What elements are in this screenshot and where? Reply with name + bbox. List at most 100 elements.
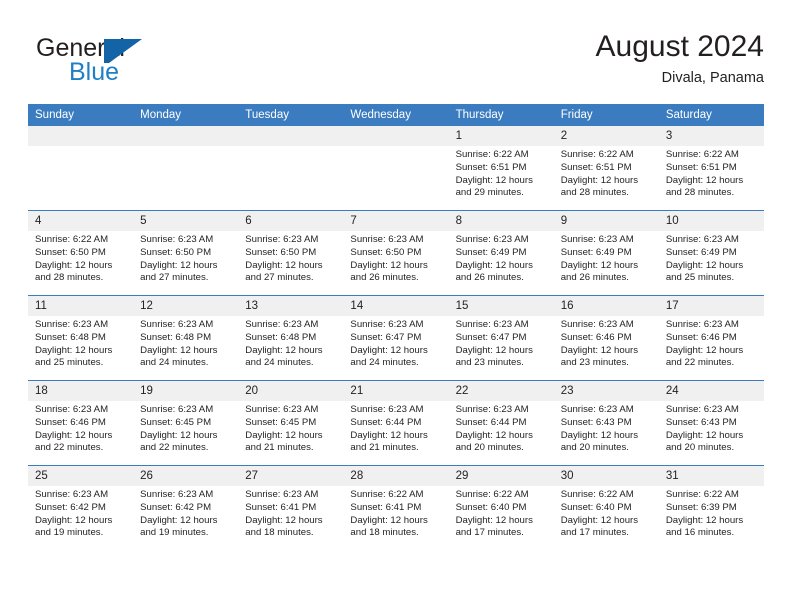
calendar-day-13: 13 Sunrise: 6:23 AM Sunset: 6:48 PM Dayligh… xyxy=(238,296,344,380)
calendar-day-cell[interactable] xyxy=(133,126,239,211)
calendar-day-cell[interactable]: 7 Sunrise: 6:23 AM Sunset: 6:50 PM Daylight… xyxy=(343,210,449,296)
calendar-day-26: 26 Sunrise: 6:23 AM Sunset: 6:42 PM Dayligh… xyxy=(133,466,239,550)
calendar-day-cell[interactable] xyxy=(28,126,134,211)
calendar-day-cell[interactable]: 2 Sunrise: 6:22 AM Sunset: 6:51 PM Daylight… xyxy=(553,126,659,211)
daylight-duration-line-2: and 16 minutes. xyxy=(665,527,735,539)
brand-logo[interactable]: General Blue xyxy=(36,34,256,92)
sunrise-time: Sunrise: 6:23 AM xyxy=(350,234,424,245)
day-number: 15 xyxy=(448,296,554,316)
calendar-day-cell[interactable]: 12 Sunrise: 6:23 AM Sunset: 6:48 PM Dayligh… xyxy=(133,295,239,381)
weekday-header-monday: Monday xyxy=(133,104,239,126)
day-number: 8 xyxy=(448,211,554,231)
calendar-day-cell[interactable]: 31 Sunrise: 6:22 AM Sunset: 6:39 PM Dayligh… xyxy=(658,465,764,550)
calendar-day-cell[interactable]: 20 Sunrise: 6:23 AM Sunset: 6:45 PM Dayligh… xyxy=(238,380,344,466)
sunset-time: Sunset: 6:46 PM xyxy=(35,416,106,428)
day-details: Sunrise: 6:22 AM Sunset: 6:51 PM Daylight:… xyxy=(659,146,764,200)
calendar-day-cell[interactable]: 27 Sunrise: 6:23 AM Sunset: 6:41 PM Dayligh… xyxy=(238,465,344,550)
daylight-duration-line-1: Daylight: 12 hours xyxy=(455,429,533,441)
calendar-day-cell[interactable]: 14 Sunrise: 6:23 AM Sunset: 6:47 PM Dayligh… xyxy=(343,295,449,381)
calendar-day-cell[interactable]: 24 Sunrise: 6:23 AM Sunset: 6:43 PM Dayligh… xyxy=(658,380,764,466)
calendar-day-cell[interactable]: 18 Sunrise: 6:23 AM Sunset: 6:46 PM Dayligh… xyxy=(28,380,134,466)
sunrise-time: Sunrise: 6:23 AM xyxy=(455,234,529,245)
calendar-day-21: 21 Sunrise: 6:23 AM Sunset: 6:44 PM Dayligh… xyxy=(343,381,449,465)
calendar-day-cell[interactable] xyxy=(238,126,344,211)
day-number: 21 xyxy=(343,381,449,401)
weekday-header-thursday: Thursday xyxy=(448,104,554,126)
daylight-duration-line-2: and 24 minutes. xyxy=(350,357,419,369)
calendar-day-cell[interactable]: 22 Sunrise: 6:23 AM Sunset: 6:44 PM Dayligh… xyxy=(448,380,554,466)
calendar-day-cell[interactable]: 15 Sunrise: 6:23 AM Sunset: 6:47 PM Dayligh… xyxy=(448,295,554,381)
sunrise-time: Sunrise: 6:23 AM xyxy=(140,489,214,500)
sunrise-time: Sunrise: 6:22 AM xyxy=(560,149,634,160)
daylight-duration-line-1: Daylight: 12 hours xyxy=(665,514,744,526)
calendar-day-cell[interactable]: 4 Sunrise: 6:22 AM Sunset: 6:50 PM Daylight… xyxy=(28,210,134,296)
day-number: 25 xyxy=(28,466,134,486)
daylight-duration-line-1: Daylight: 12 hours xyxy=(455,174,533,186)
calendar-day-18: 18 Sunrise: 6:23 AM Sunset: 6:46 PM Dayligh… xyxy=(28,381,134,465)
daylight-duration-line-1: Daylight: 12 hours xyxy=(140,344,218,356)
sunset-time: Sunset: 6:51 PM xyxy=(665,161,737,173)
calendar-day-cell[interactable]: 3 Sunrise: 6:22 AM Sunset: 6:51 PM Daylight… xyxy=(658,126,764,211)
day-details: Sunrise: 6:23 AM Sunset: 6:49 PM Daylight:… xyxy=(449,231,554,285)
day-number: 7 xyxy=(343,211,449,231)
calendar-day-cell[interactable]: 23 Sunrise: 6:23 AM Sunset: 6:43 PM Dayligh… xyxy=(553,380,659,466)
day-details: Sunrise: 6:22 AM Sunset: 6:41 PM Daylight:… xyxy=(343,486,448,540)
day-details: Sunrise: 6:23 AM Sunset: 6:48 PM Daylight:… xyxy=(133,316,238,370)
weekday-header-friday: Friday xyxy=(553,104,659,126)
daylight-duration-line-1: Daylight: 12 hours xyxy=(665,259,744,271)
day-number: 11 xyxy=(28,296,134,316)
calendar-day-cell[interactable] xyxy=(343,126,449,211)
calendar-day-cell[interactable]: 9 Sunrise: 6:23 AM Sunset: 6:49 PM Daylight… xyxy=(553,210,659,296)
day-details: Sunrise: 6:22 AM Sunset: 6:50 PM Daylight:… xyxy=(28,231,133,285)
calendar-week-row: 4 Sunrise: 6:22 AM Sunset: 6:50 PM Daylight… xyxy=(28,210,764,296)
calendar-week-row: 1 Sunrise: 6:22 AM Sunset: 6:51 PM Daylight… xyxy=(28,126,764,211)
day-details: Sunrise: 6:23 AM Sunset: 6:44 PM Daylight:… xyxy=(343,401,448,455)
calendar-day-cell[interactable]: 1 Sunrise: 6:22 AM Sunset: 6:51 PM Daylight… xyxy=(448,126,554,211)
calendar-day-cell[interactable]: 25 Sunrise: 6:23 AM Sunset: 6:42 PM Dayligh… xyxy=(28,465,134,550)
daylight-duration-line-2: and 26 minutes. xyxy=(350,272,419,284)
calendar-day-cell[interactable]: 19 Sunrise: 6:23 AM Sunset: 6:45 PM Dayligh… xyxy=(133,380,239,466)
day-number: 26 xyxy=(133,466,239,486)
sunrise-time: Sunrise: 6:23 AM xyxy=(35,489,109,500)
daylight-duration-line-1: Daylight: 12 hours xyxy=(140,514,218,526)
calendar-day-cell[interactable]: 6 Sunrise: 6:23 AM Sunset: 6:50 PM Daylight… xyxy=(238,210,344,296)
day-details: Sunrise: 6:23 AM Sunset: 6:49 PM Daylight:… xyxy=(554,231,659,285)
sunset-time: Sunset: 6:40 PM xyxy=(455,501,527,513)
daylight-duration-line-2: and 20 minutes. xyxy=(665,442,735,454)
sunset-time: Sunset: 6:40 PM xyxy=(560,501,632,513)
day-details: Sunrise: 6:23 AM Sunset: 6:48 PM Daylight:… xyxy=(28,316,133,370)
day-number: 19 xyxy=(133,381,239,401)
calendar-day-cell[interactable]: 11 Sunrise: 6:23 AM Sunset: 6:48 PM Dayligh… xyxy=(28,295,134,381)
daylight-duration-line-1: Daylight: 12 hours xyxy=(245,429,323,441)
calendar-day-cell[interactable]: 5 Sunrise: 6:23 AM Sunset: 6:50 PM Daylight… xyxy=(133,210,239,296)
daylight-duration-line-1: Daylight: 12 hours xyxy=(245,344,323,356)
day-details: Sunrise: 6:23 AM Sunset: 6:49 PM Daylight:… xyxy=(659,231,764,285)
calendar-body: 1 Sunrise: 6:22 AM Sunset: 6:51 PM Daylight… xyxy=(28,126,764,550)
day-number: 17 xyxy=(658,296,764,316)
calendar-day-cell[interactable]: 28 Sunrise: 6:22 AM Sunset: 6:41 PM Dayligh… xyxy=(343,465,449,550)
calendar-day-cell[interactable]: 29 Sunrise: 6:22 AM Sunset: 6:40 PM Dayligh… xyxy=(448,465,554,550)
sunrise-time: Sunrise: 6:23 AM xyxy=(140,404,214,415)
calendar-day-cell[interactable]: 21 Sunrise: 6:23 AM Sunset: 6:44 PM Dayligh… xyxy=(343,380,449,466)
day-number: 6 xyxy=(238,211,344,231)
calendar-day-cell[interactable]: 8 Sunrise: 6:23 AM Sunset: 6:49 PM Daylight… xyxy=(448,210,554,296)
daylight-duration-line-2: and 17 minutes. xyxy=(560,527,629,539)
calendar-day-cell[interactable]: 16 Sunrise: 6:23 AM Sunset: 6:46 PM Dayligh… xyxy=(553,295,659,381)
day-details: Sunrise: 6:23 AM Sunset: 6:42 PM Daylight:… xyxy=(133,486,238,540)
daylight-duration-line-2: and 23 minutes. xyxy=(560,357,629,369)
day-details: Sunrise: 6:23 AM Sunset: 6:43 PM Daylight:… xyxy=(554,401,659,455)
calendar-day-cell[interactable]: 26 Sunrise: 6:23 AM Sunset: 6:42 PM Dayligh… xyxy=(133,465,239,550)
calendar-day-cell[interactable]: 30 Sunrise: 6:22 AM Sunset: 6:40 PM Dayligh… xyxy=(553,465,659,550)
calendar-day-cell[interactable]: 10 Sunrise: 6:23 AM Sunset: 6:49 PM Dayligh… xyxy=(658,210,764,296)
calendar-day-cell[interactable]: 17 Sunrise: 6:23 AM Sunset: 6:46 PM Dayligh… xyxy=(658,295,764,381)
day-details: Sunrise: 6:23 AM Sunset: 6:45 PM Daylight:… xyxy=(238,401,343,455)
daylight-duration-line-1: Daylight: 12 hours xyxy=(455,344,533,356)
sunset-time: Sunset: 6:44 PM xyxy=(350,416,422,428)
daylight-duration-line-2: and 19 minutes. xyxy=(35,527,104,539)
calendar-day-28: 28 Sunrise: 6:22 AM Sunset: 6:41 PM Dayligh… xyxy=(343,466,449,550)
calendar-day-6: 6 Sunrise: 6:23 AM Sunset: 6:50 PM Daylight… xyxy=(238,211,344,295)
sunrise-time: Sunrise: 6:22 AM xyxy=(35,234,109,245)
calendar-day-cell[interactable]: 13 Sunrise: 6:23 AM Sunset: 6:48 PM Dayligh… xyxy=(238,295,344,381)
sunrise-time: Sunrise: 6:23 AM xyxy=(560,234,634,245)
day-number: 12 xyxy=(133,296,239,316)
